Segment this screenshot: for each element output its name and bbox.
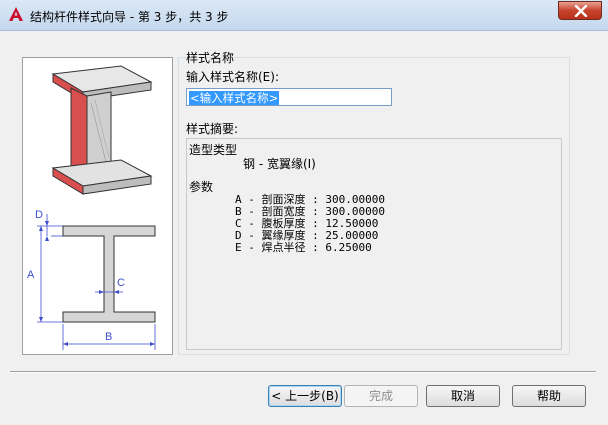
close-button[interactable]: [558, 1, 602, 20]
window-title: 结构杆件样式向导 - 第 3 步，共 3 步: [30, 10, 229, 24]
i-beam-3d-image: [51, 65, 153, 195]
i-beam-illustration: D A C B: [27, 65, 156, 350]
style-summary-box: 造型类型 钢 - 宽翼缘(I) 参数 A - 剖面深度 : 300.00000 …: [186, 138, 562, 350]
param-e: E - 焊点半径 : 6.25000: [235, 241, 372, 254]
dim-label-c: C: [117, 277, 125, 289]
dim-label-d: D: [35, 209, 43, 221]
profile-preview-panel: D A C B: [22, 57, 173, 355]
cancel-button[interactable]: 取消: [426, 385, 500, 407]
close-icon: [574, 5, 588, 17]
style-name-heading: 样式名称: [186, 51, 235, 65]
button-separator: [10, 371, 596, 373]
autocad-logo-icon: [9, 7, 23, 21]
dialog-client-area: D A C B 样式名称 输入样式名称(E): <输入样式名称> 样式摘要: 造…: [8, 31, 600, 417]
i-beam-section-diagram: D A C B: [27, 209, 156, 350]
params-heading: 参数: [189, 180, 214, 194]
style-name-input[interactable]: <输入样式名称>: [186, 88, 392, 106]
back-button[interactable]: < 上一步(B): [268, 385, 342, 407]
style-summary-label: 样式摘要:: [186, 122, 239, 136]
shape-type-heading: 造型类型: [189, 143, 238, 157]
title-bar[interactable]: 结构杆件样式向导 - 第 3 步，共 3 步: [0, 0, 608, 31]
dim-label-b: B: [105, 331, 112, 343]
finish-button[interactable]: 完成: [344, 385, 418, 407]
shape-type-value: 钢 - 宽翼缘(I): [243, 157, 316, 171]
dim-label-a: A: [27, 269, 35, 281]
style-name-input-label: 输入样式名称(E):: [186, 70, 279, 84]
style-name-input-value: <输入样式名称>: [189, 91, 280, 105]
help-button[interactable]: 帮助: [512, 385, 586, 407]
